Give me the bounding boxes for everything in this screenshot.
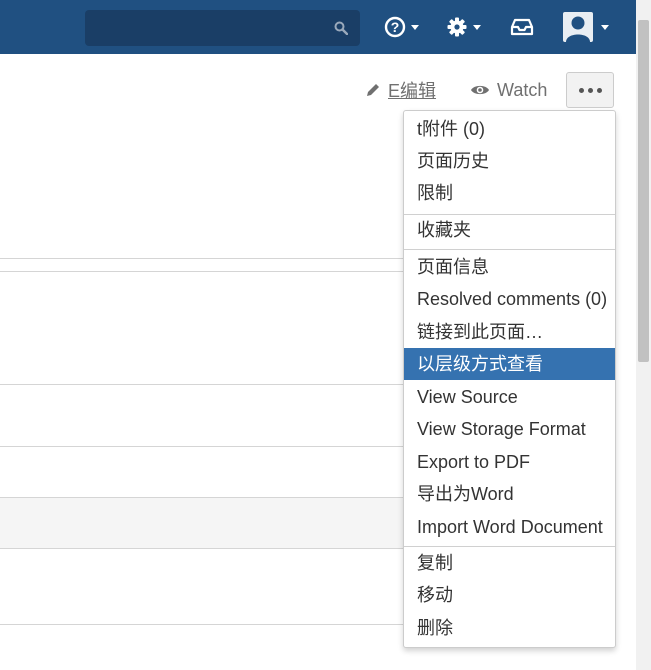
settings-menu-button[interactable] xyxy=(446,12,481,42)
menu-item-export-to-word[interactable]: 导出为Word xyxy=(404,478,615,510)
watch-button[interactable]: Watch xyxy=(470,78,547,102)
watch-label: Watch xyxy=(497,79,548,100)
content-divider xyxy=(0,258,404,259)
content-divider xyxy=(0,548,404,549)
menu-item-favourites[interactable]: 收藏夹 xyxy=(404,214,615,246)
search-box[interactable] xyxy=(85,10,360,46)
menu-item-delete[interactable]: 删除 xyxy=(404,612,615,644)
edit-label: E编辑 xyxy=(388,81,437,101)
content-divider xyxy=(0,384,404,385)
menu-item-resolved-comments[interactable]: Resolved comments (0) xyxy=(404,283,615,315)
pencil-icon xyxy=(367,84,379,96)
menu-item-copy[interactable]: 复制 xyxy=(404,547,615,579)
menu-item-restrictions[interactable]: 限制 xyxy=(404,177,615,209)
content-row-highlight xyxy=(0,498,404,548)
ellipsis-icon xyxy=(577,87,604,93)
menu-item-view-storage-format[interactable]: View Storage Format xyxy=(404,413,615,445)
eye-icon xyxy=(471,85,489,95)
more-actions-dropdown: t附件 (0) 页面历史 限制 收藏夹 页面信息 Resolved commen… xyxy=(403,110,616,648)
menu-separator xyxy=(404,249,615,250)
chevron-down-icon xyxy=(411,24,419,30)
content-divider xyxy=(0,624,404,625)
question-circle-icon: ? xyxy=(384,16,406,38)
menu-item-attachments[interactable]: t附件 (0) xyxy=(404,113,615,145)
vertical-scrollbar[interactable] xyxy=(636,0,651,670)
menu-item-view-in-hierarchy[interactable]: 以层级方式查看 xyxy=(404,348,615,380)
menu-item-import-word-document[interactable]: Import Word Document xyxy=(404,511,615,543)
svg-text:?: ? xyxy=(391,19,400,35)
gear-icon xyxy=(447,17,467,37)
chevron-down-icon xyxy=(601,24,609,30)
help-menu-button[interactable]: ? xyxy=(384,12,419,42)
user-avatar-icon xyxy=(563,12,593,42)
user-menu-button[interactable] xyxy=(563,10,609,44)
search-icon[interactable] xyxy=(334,21,348,35)
content-divider xyxy=(0,446,404,447)
menu-item-move[interactable]: 移动 xyxy=(404,579,615,611)
content-divider xyxy=(0,497,404,498)
more-actions-button[interactable] xyxy=(566,72,614,108)
edit-button[interactable]: E编辑 xyxy=(365,78,436,102)
menu-item-page-information[interactable]: 页面信息 xyxy=(404,251,615,283)
menu-item-export-to-pdf[interactable]: Export to PDF xyxy=(404,446,615,478)
inbox-tray-icon xyxy=(510,18,534,36)
content-divider xyxy=(0,271,404,272)
menu-item-view-source[interactable]: View Source xyxy=(404,381,615,413)
notifications-button[interactable] xyxy=(510,12,534,42)
menu-item-page-history[interactable]: 页面历史 xyxy=(404,145,615,177)
scrollbar-thumb[interactable] xyxy=(638,20,649,362)
search-input[interactable] xyxy=(95,16,329,42)
menu-item-link-to-page[interactable]: 链接到此页面… xyxy=(404,316,615,348)
top-navigation-bar: ? xyxy=(0,0,636,54)
chevron-down-icon xyxy=(473,24,481,30)
